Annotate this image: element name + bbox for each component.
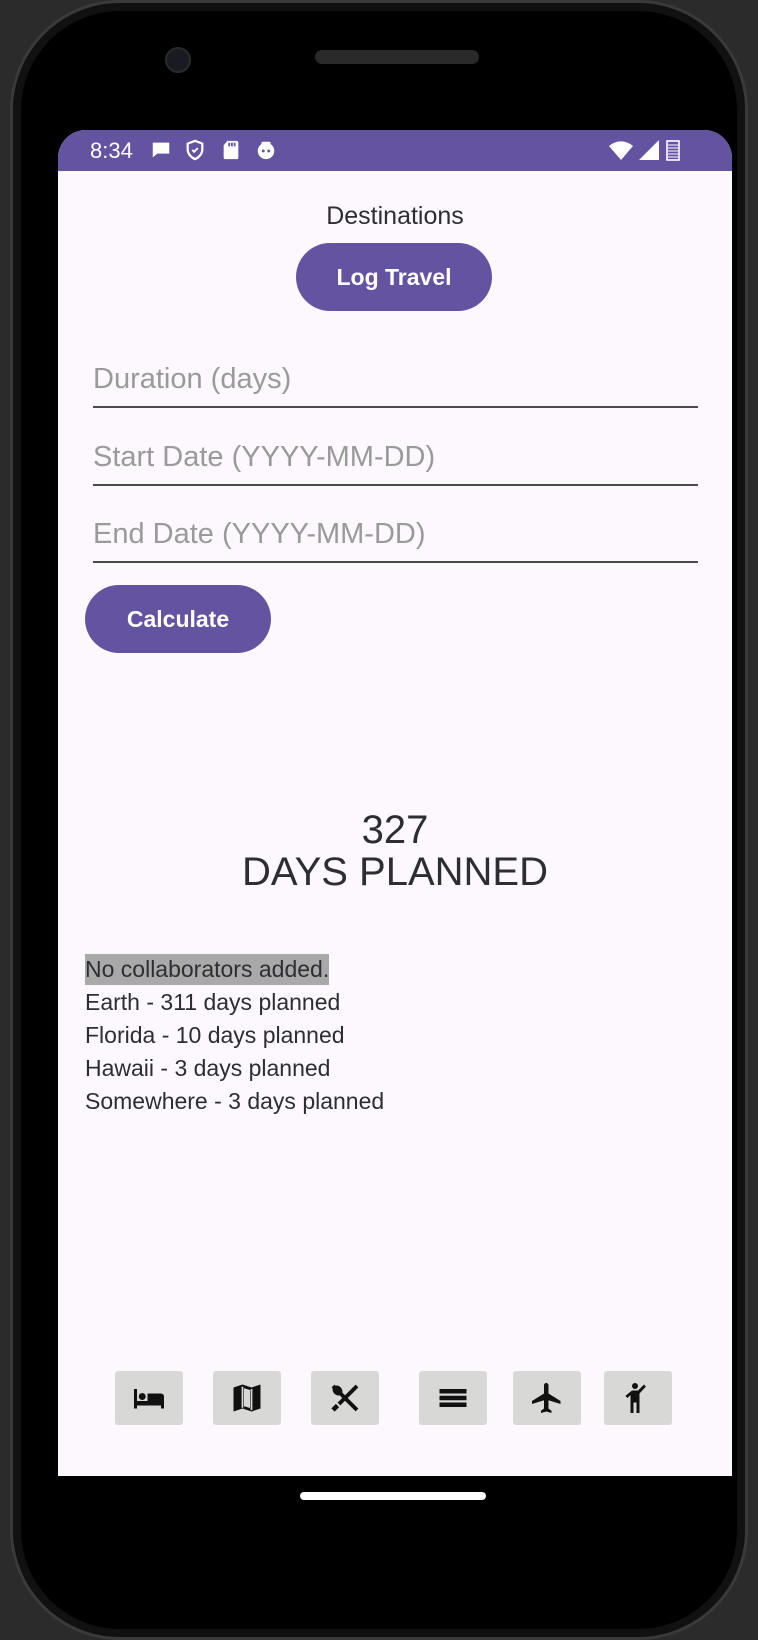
person-hiking-icon: [625, 1383, 646, 1413]
page-title: Destinations: [326, 202, 464, 230]
bottom-nav: [58, 1371, 732, 1427]
map-icon: [233, 1384, 261, 1412]
total-days-value: 327: [361, 808, 429, 852]
earpiece-speaker: [315, 50, 479, 64]
wifi-icon: [609, 141, 633, 160]
destination-list: No collaborators added. Earth - 311 days…: [85, 953, 384, 1118]
collaborators-status: No collaborators added.: [85, 953, 384, 986]
menu-lines-icon: [439, 1389, 467, 1407]
restaurant-icon: [331, 1384, 359, 1412]
nav-map-button[interactable]: [213, 1371, 281, 1425]
list-item: Florida - 10 days planned: [85, 1022, 345, 1048]
calculate-button[interactable]: Calculate: [85, 585, 271, 653]
chat-bubble-icon: [152, 142, 170, 158]
collaborators-text: No collaborators added.: [85, 954, 330, 985]
start-date-field[interactable]: Start Date (YYYY-MM-DD): [93, 434, 698, 486]
robot-face-icon: [257, 141, 275, 160]
nav-dining-button[interactable]: [311, 1371, 379, 1425]
front-camera: [165, 47, 191, 73]
end-date-field[interactable]: End Date (YYYY-MM-DD): [93, 511, 698, 563]
duration-field[interactable]: Duration (days): [93, 356, 698, 408]
list-item: Hawaii - 3 days planned: [85, 1055, 331, 1081]
sd-card-icon: [223, 140, 239, 160]
list-item: Earth - 311 days planned: [85, 989, 341, 1015]
list-item: Somewhere - 3 days planned: [85, 1088, 385, 1114]
home-gesture-bar[interactable]: [300, 1492, 486, 1500]
log-travel-button[interactable]: Log Travel: [296, 243, 492, 311]
phone-frame: 8:34 Destinations Log Travel Duration (d…: [10, 0, 748, 1640]
status-bar: 8:34: [58, 130, 732, 171]
nav-accommodation-button[interactable]: [115, 1371, 183, 1425]
airplane-icon: [532, 1383, 561, 1413]
battery-icon: [666, 140, 680, 161]
status-time: 8:34: [90, 138, 133, 163]
nav-list-button[interactable]: [419, 1371, 487, 1425]
bed-icon: [134, 1389, 164, 1409]
nav-activities-button[interactable]: [604, 1371, 672, 1425]
signal-icon: [639, 140, 659, 160]
app-screen: 8:34 Destinations Log Travel Duration (d…: [58, 130, 732, 1476]
shield-icon: [186, 139, 204, 161]
total-days-label: DAYS PLANNED: [241, 850, 548, 894]
nav-flights-button[interactable]: [513, 1371, 581, 1425]
